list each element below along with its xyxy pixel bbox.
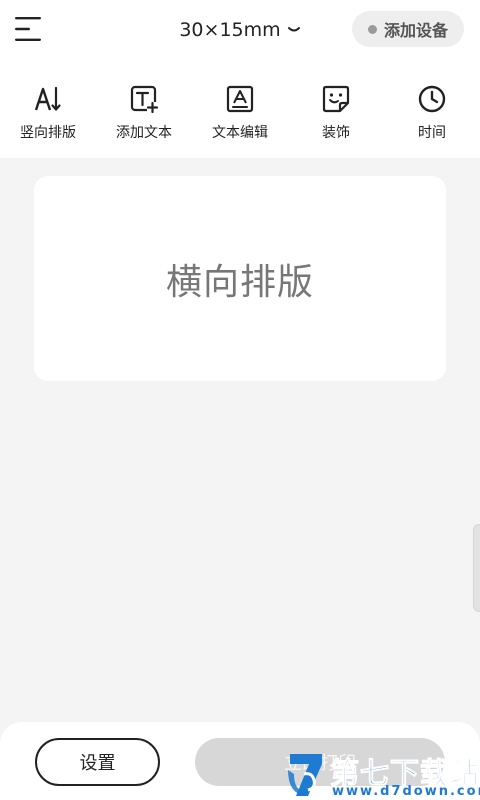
tool-label: 装饰 — [322, 125, 350, 141]
connection-status-dot-icon — [367, 24, 377, 34]
tool-label: 添加文本 — [116, 125, 172, 141]
add-device-label: 添加设备 — [383, 21, 448, 40]
label-canvas[interactable]: 横向排版 — [34, 176, 446, 381]
tool-add-text[interactable]: 添加文本 — [96, 60, 192, 158]
watermark-url: www.d7down.com — [332, 784, 480, 799]
tool-label: 文本编辑 — [212, 125, 268, 141]
side-drawer-handle[interactable] — [473, 524, 480, 612]
tool-time[interactable]: 时间 — [384, 60, 480, 158]
tool-label: 时间 — [418, 125, 446, 141]
add-text-icon — [130, 85, 159, 114]
watermark: 第七下载站 www.d7down.com — [286, 748, 480, 800]
label-canvas-text[interactable]: 横向排版 — [166, 253, 314, 305]
watermark-logo-icon — [288, 754, 322, 796]
menu-icon — [15, 17, 41, 41]
decoration-sticker-icon — [322, 85, 350, 113]
app-screen: 30×15mm 添加设备 竖向排版 添加文本 文本编辑 装饰 时间 横向排版 设… — [0, 0, 480, 800]
chevron-down-icon — [287, 27, 300, 32]
vertical-layout-icon — [34, 86, 61, 111]
clock-icon — [418, 85, 446, 113]
top-bar: 30×15mm 添加设备 — [0, 0, 480, 60]
settings-button[interactable]: 设置 — [35, 738, 160, 786]
menu-button[interactable] — [14, 15, 42, 43]
add-device-button[interactable]: 添加设备 — [352, 11, 464, 47]
tool-edit-text[interactable]: 文本编辑 — [192, 60, 288, 158]
label-size-selector[interactable]: 30×15mm — [150, 14, 330, 46]
tool-label: 竖向排版 — [20, 125, 76, 141]
label-size-text: 30×15mm — [179, 19, 281, 41]
tool-vertical-layout[interactable]: 竖向排版 — [0, 60, 96, 158]
edit-text-icon — [226, 85, 254, 113]
tool-decoration[interactable]: 装饰 — [288, 60, 384, 158]
edit-toolbar: 竖向排版 添加文本 文本编辑 装饰 时间 — [0, 60, 480, 158]
